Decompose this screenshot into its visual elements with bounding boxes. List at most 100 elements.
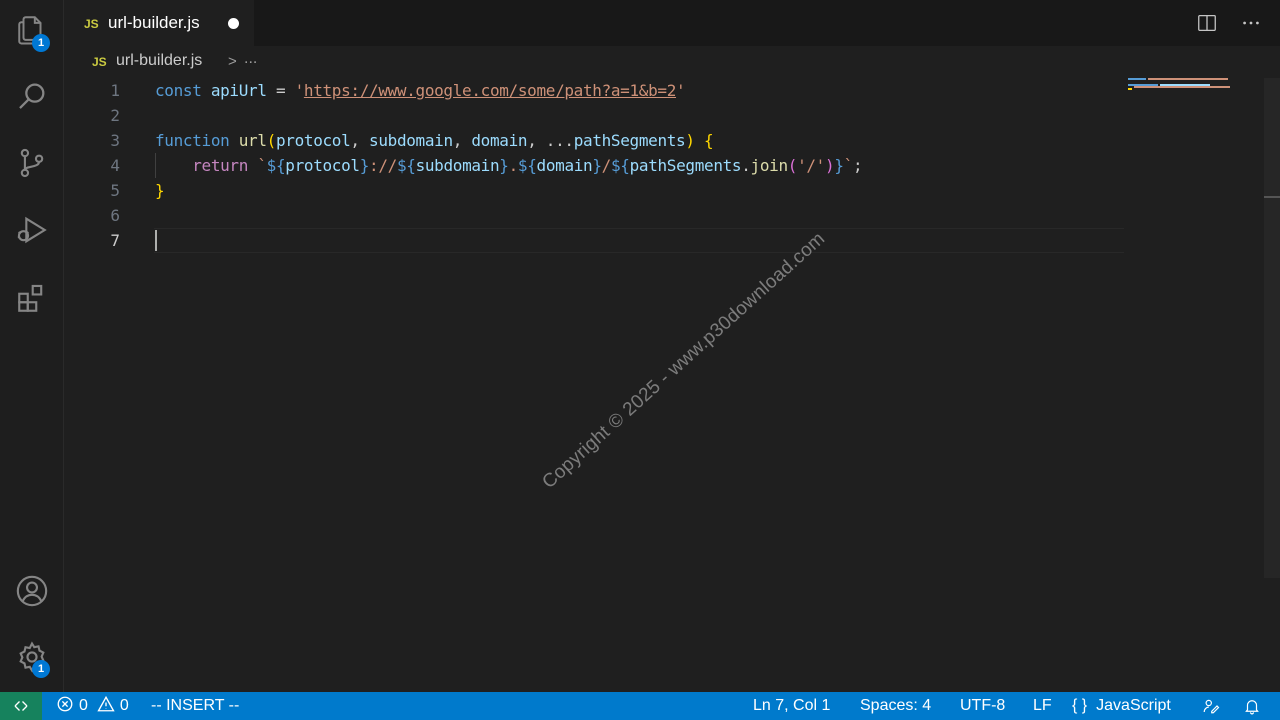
code-line: 1 const apiUrl = 'https://www.google.com… xyxy=(64,78,1124,103)
line-number: 5 xyxy=(110,181,120,200)
breadcrumb: JS url-builder.js > ... xyxy=(64,46,1280,78)
code-token: url xyxy=(238,131,267,150)
breadcrumb-separator: > xyxy=(228,53,237,70)
breadcrumb-more[interactable]: ... xyxy=(244,50,257,68)
code-token: } xyxy=(834,156,844,175)
braces-icon: { } xyxy=(1072,697,1088,714)
code-token: { xyxy=(703,131,714,150)
code-token: ) xyxy=(825,156,835,175)
more-actions-icon[interactable] xyxy=(1240,12,1262,39)
warning-icon xyxy=(97,695,115,718)
split-editor-icon[interactable] xyxy=(1196,12,1218,39)
code-token: ) xyxy=(685,131,695,150)
code-line: 6 xyxy=(64,203,1124,228)
cursor-position[interactable]: Ln 7, Col 1 xyxy=(753,692,830,720)
settings-badge: 1 xyxy=(32,660,50,678)
encoding[interactable]: UTF-8 xyxy=(960,692,1005,720)
code-token: . xyxy=(741,156,751,175)
code-token: return xyxy=(192,156,249,175)
code-token: ${ xyxy=(517,156,537,175)
indentation[interactable]: Spaces: 4 xyxy=(860,692,931,720)
code-token: , xyxy=(350,131,370,150)
extensions-icon[interactable] xyxy=(12,278,52,318)
code-token: } xyxy=(592,156,602,175)
code-token: ` xyxy=(257,156,267,175)
language-label: JavaScript xyxy=(1096,697,1171,714)
overview-ruler[interactable] xyxy=(1264,78,1280,578)
js-file-icon: JS xyxy=(84,17,99,31)
code-token: , xyxy=(452,131,472,150)
code-line: 4 return `${protocol}://${subdomain}.${d… xyxy=(64,153,1124,178)
minimap[interactable] xyxy=(1128,78,1238,98)
explorer-badge: 1 xyxy=(32,34,50,52)
run-debug-icon[interactable] xyxy=(12,210,52,250)
code-token: https://www.google.com/some/path?a=1&b=2 xyxy=(303,81,677,100)
line-number: 4 xyxy=(110,156,120,175)
tab-title: url-builder.js xyxy=(108,13,200,32)
line-number: 7 xyxy=(110,231,120,250)
breadcrumb-file[interactable]: url-builder.js xyxy=(116,52,202,70)
remote-icon xyxy=(14,701,28,711)
code-token: protocol xyxy=(285,156,360,175)
code-token: ` xyxy=(843,156,854,175)
error-icon xyxy=(56,695,74,718)
problems-indicator[interactable]: 0 0 xyxy=(56,692,129,720)
code-token: subdomain xyxy=(415,156,500,175)
code-token: = xyxy=(266,81,295,100)
language-mode[interactable]: { } JavaScript xyxy=(1072,692,1171,720)
code-token: } xyxy=(359,156,370,175)
line-code[interactable]: } xyxy=(155,178,165,203)
unsaved-dot-icon[interactable] xyxy=(228,18,239,29)
line-number: 2 xyxy=(110,106,120,125)
code-line: 5 } xyxy=(64,178,1124,203)
code-line: 2 xyxy=(64,103,1124,128)
code-token: :// xyxy=(369,156,397,175)
text-cursor xyxy=(155,230,157,251)
feedback-icon[interactable] xyxy=(1202,692,1220,720)
line-code[interactable]: const apiUrl = 'https://www.google.com/s… xyxy=(155,78,686,103)
line-number: 3 xyxy=(110,131,120,150)
editor-actions xyxy=(1196,12,1262,39)
code-token: protocol xyxy=(275,131,351,150)
source-control-icon[interactable] xyxy=(12,143,52,183)
code-token: '/' xyxy=(797,156,825,175)
code-token: domain xyxy=(471,131,528,150)
code-token: pathSegments xyxy=(629,156,742,175)
code-token: ( xyxy=(266,131,277,150)
end-of-line[interactable]: LF xyxy=(1033,692,1052,720)
code-token: } xyxy=(499,156,509,175)
tab-url-builder[interactable]: JS url-builder.js xyxy=(64,0,254,46)
search-icon[interactable] xyxy=(12,76,52,116)
code-token: ${ xyxy=(610,156,630,175)
code-line: 7 xyxy=(64,228,1124,253)
notifications-bell-icon[interactable] xyxy=(1243,692,1261,720)
code-token: ${ xyxy=(266,156,286,175)
line-code[interactable]: return `${protocol}://${subdomain}.${dom… xyxy=(155,153,862,178)
code-token: } xyxy=(155,181,165,200)
code-token: / xyxy=(601,156,612,175)
code-token: ' xyxy=(294,81,305,100)
line-number: 6 xyxy=(110,206,120,225)
code-token: subdomain xyxy=(369,131,453,150)
code-token: . xyxy=(508,156,519,175)
code-token: ' xyxy=(676,81,686,100)
code-token: ; xyxy=(852,156,863,175)
warning-count: 0 xyxy=(119,697,129,714)
code-token: const xyxy=(155,81,202,100)
code-token: pathSegments xyxy=(573,131,686,150)
vim-mode: -- INSERT -- xyxy=(151,697,240,714)
account-icon[interactable] xyxy=(12,571,52,611)
activity-bar: 1 1 xyxy=(0,0,64,692)
scroll-marker xyxy=(1264,196,1280,198)
code-token: ${ xyxy=(396,156,416,175)
code-token: function xyxy=(155,131,230,150)
breadcrumb-js-icon: JS xyxy=(92,55,107,69)
line-code[interactable]: function url(protocol, subdomain, domain… xyxy=(155,128,714,153)
status-bar: 0 0 -- INSERT -- Ln 7, Col 1 Spaces: 4 U… xyxy=(0,692,1280,720)
remote-indicator[interactable] xyxy=(0,692,42,720)
